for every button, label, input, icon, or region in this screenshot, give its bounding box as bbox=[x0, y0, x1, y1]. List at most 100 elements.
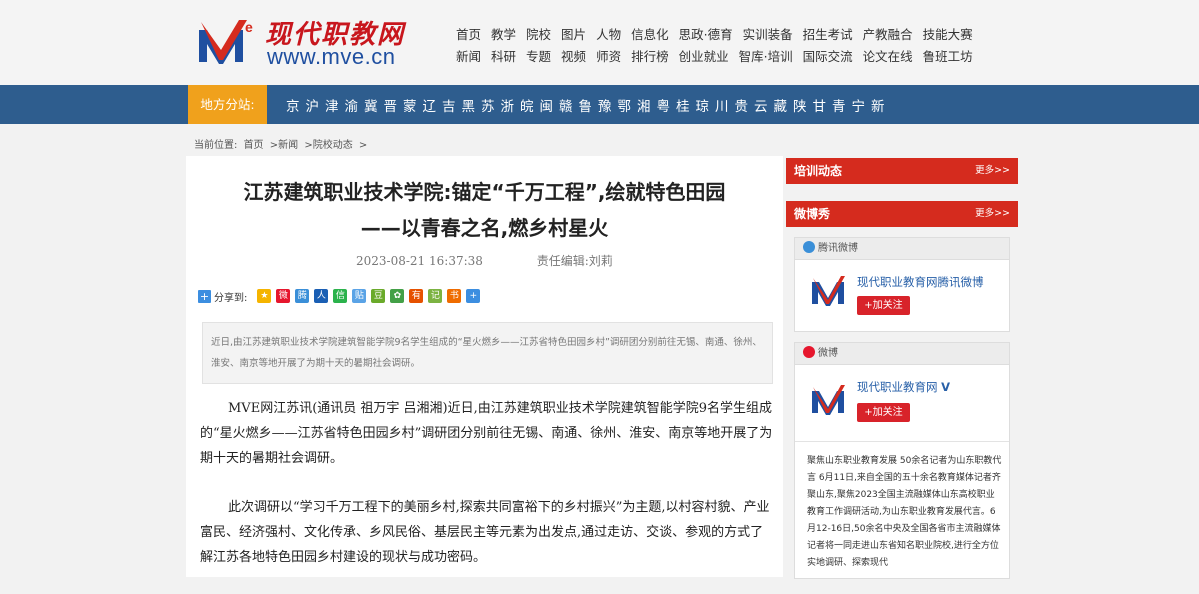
weibo-show-header: 微博秀 更多>> bbox=[786, 201, 1018, 227]
nav-item-research[interactable]: 科研 bbox=[491, 46, 516, 68]
region-link[interactable]: 黑 bbox=[462, 95, 476, 115]
region-link[interactable]: 湘 bbox=[637, 95, 651, 115]
share-plus-icon[interactable]: + bbox=[198, 289, 211, 303]
tencent-follow-button[interactable]: +加关注 bbox=[857, 296, 910, 315]
nav-item-people[interactable]: 人物 bbox=[596, 24, 621, 46]
regional-bar: 地方分站: 京 沪 津 渝 冀 晋 蒙 辽 吉 黑 苏 浙 皖 闽 赣 鲁 豫 … bbox=[0, 85, 1199, 124]
nav-item-skills-contest[interactable]: 技能大赛 bbox=[923, 24, 973, 46]
nav-item-pictures[interactable]: 图片 bbox=[561, 24, 586, 46]
tencent-account-name[interactable]: 现代职业教育网腾讯微博 bbox=[857, 274, 984, 290]
nav-item-video[interactable]: 视频 bbox=[561, 46, 586, 68]
tencent-weibo-icon bbox=[803, 241, 815, 253]
nav-item-papers[interactable]: 论文在线 bbox=[863, 46, 913, 68]
region-link[interactable]: 晋 bbox=[384, 95, 398, 115]
region-link[interactable]: 渝 bbox=[345, 95, 359, 115]
breadcrumb-news[interactable]: >新闻 bbox=[270, 140, 298, 151]
breadcrumb-home[interactable]: 首页 bbox=[244, 140, 264, 151]
region-link[interactable]: 蒙 bbox=[403, 95, 417, 115]
region-link[interactable]: 桂 bbox=[676, 95, 690, 115]
main-navigation: 首页 教学 院校 图片 人物 信息化 思政·德育 实训装备 招生考试 产教融合 … bbox=[456, 24, 1016, 68]
region-link[interactable]: 新 bbox=[871, 95, 885, 115]
region-link[interactable]: 苏 bbox=[481, 95, 495, 115]
region-link[interactable]: 云 bbox=[754, 95, 768, 115]
region-link[interactable]: 浙 bbox=[501, 95, 515, 115]
region-link[interactable]: 青 bbox=[832, 95, 846, 115]
nav-item-topics[interactable]: 专题 bbox=[526, 46, 551, 68]
article-paragraph: 此次调研以“学习千万工程下的美丽乡村,探索共同富裕下的乡村振兴”为主题,以村容村… bbox=[200, 500, 770, 565]
nav-item-ideology[interactable]: 思政·德育 bbox=[679, 24, 733, 46]
share-qzone-icon[interactable]: ★ bbox=[257, 289, 272, 303]
region-link[interactable]: 闽 bbox=[540, 95, 554, 115]
breadcrumb-end: > bbox=[358, 140, 368, 151]
region-link[interactable]: 豫 bbox=[598, 95, 612, 115]
article-editor: 责任编辑:刘莉 bbox=[536, 254, 613, 268]
share-youdao-icon[interactable]: 有 bbox=[409, 289, 424, 303]
article-title-line-2: ——以青春之名,燃乡村星火 bbox=[360, 216, 609, 240]
region-link[interactable]: 鲁 bbox=[579, 95, 593, 115]
region-link[interactable]: 京 bbox=[286, 95, 300, 115]
region-label: 地方分站: bbox=[188, 85, 267, 124]
article-meta: 2023-08-21 16:37:38 责任编辑:刘莉 bbox=[356, 252, 613, 269]
sina-avatar[interactable] bbox=[809, 381, 847, 419]
article-date: 2023-08-21 16:37:38 bbox=[356, 254, 483, 268]
share-label: 分享到: bbox=[214, 292, 248, 304]
share-wechat-icon[interactable]: 信 bbox=[333, 289, 348, 303]
site-logo[interactable]: e 现代职教网 www.mve.cn bbox=[199, 14, 424, 70]
region-link[interactable]: 冀 bbox=[364, 95, 378, 115]
nav-item-home[interactable]: 首页 bbox=[456, 24, 481, 46]
share-tencent-weibo-icon[interactable]: 腾 bbox=[295, 289, 310, 303]
region-link[interactable]: 皖 bbox=[520, 95, 534, 115]
weibo-show-title: 微博秀 bbox=[794, 207, 831, 221]
weibo-show-more-link[interactable]: 更多>> bbox=[975, 201, 1010, 227]
nav-item-training-equipment[interactable]: 实训装备 bbox=[743, 24, 793, 46]
nav-item-luban[interactable]: 鲁班工坊 bbox=[923, 46, 973, 68]
share-bookmark-icon[interactable]: 书 bbox=[447, 289, 462, 303]
region-link[interactable]: 辽 bbox=[423, 95, 437, 115]
sina-follow-button[interactable]: +加关注 bbox=[857, 403, 910, 422]
training-news-header: 培训动态 更多>> bbox=[786, 158, 1018, 184]
region-link[interactable]: 津 bbox=[325, 95, 339, 115]
region-link[interactable]: 藏 bbox=[774, 95, 788, 115]
region-link[interactable]: 陕 bbox=[793, 95, 807, 115]
region-link[interactable]: 甘 bbox=[813, 95, 827, 115]
region-link[interactable]: 鄂 bbox=[618, 95, 632, 115]
region-link[interactable]: 贵 bbox=[735, 95, 749, 115]
tencent-avatar[interactable] bbox=[809, 272, 847, 310]
nav-item-industry-education[interactable]: 产教融合 bbox=[863, 24, 913, 46]
region-link[interactable]: 沪 bbox=[306, 95, 320, 115]
nav-item-faculty[interactable]: 师资 bbox=[596, 46, 621, 68]
region-link[interactable]: 赣 bbox=[559, 95, 573, 115]
region-link[interactable]: 川 bbox=[715, 95, 729, 115]
logo-url-text: www.mve.cn bbox=[267, 44, 396, 69]
breadcrumb-school-news[interactable]: >院校动态 bbox=[304, 140, 352, 151]
sina-account-name[interactable]: 现代职业教育网 V bbox=[857, 379, 950, 395]
share-tieba-icon[interactable]: 贴 bbox=[352, 289, 367, 303]
training-news-more-link[interactable]: 更多>> bbox=[975, 158, 1010, 184]
share-douban-icon[interactable]: 豆 bbox=[371, 289, 386, 303]
nav-item-rankings[interactable]: 排行榜 bbox=[631, 46, 669, 68]
region-link[interactable]: 琼 bbox=[696, 95, 710, 115]
share-sina-weibo-icon[interactable]: 微 bbox=[276, 289, 291, 303]
article-panel: 江苏建筑职业技术学院:锚定“千万工程”,绘就特色田园 ——以青春之名,燃乡村星火… bbox=[186, 156, 783, 577]
nav-row-2: 新闻 科研 专题 视频 师资 排行榜 创业就业 智库·培训 国际交流 论文在线 … bbox=[456, 46, 1016, 68]
share-renren-icon[interactable]: 人 bbox=[314, 289, 329, 303]
nav-item-think-tank[interactable]: 智库·培训 bbox=[739, 46, 793, 68]
region-link[interactable]: 宁 bbox=[852, 95, 866, 115]
nav-item-news[interactable]: 新闻 bbox=[456, 46, 481, 68]
share-bar: + 分享到: ★ 微 腾 人 信 贴 豆 ✿ 有 记 书 + bbox=[198, 288, 485, 304]
region-links: 京 沪 津 渝 冀 晋 蒙 辽 吉 黑 苏 浙 皖 闽 赣 鲁 豫 鄂 湘 粤 … bbox=[286, 85, 891, 124]
share-note-icon[interactable]: 记 bbox=[428, 289, 443, 303]
svg-text:e: e bbox=[245, 19, 253, 35]
region-link[interactable]: 吉 bbox=[442, 95, 456, 115]
nav-item-admissions[interactable]: 招生考试 bbox=[803, 24, 853, 46]
nav-item-employment[interactable]: 创业就业 bbox=[679, 46, 729, 68]
sina-weibo-card: 微博 现代职业教育网 V +加关注 聚焦山东职业教育发展 50余名记者为山东职教… bbox=[794, 342, 1010, 579]
share-kaixin-icon[interactable]: ✿ bbox=[390, 289, 405, 303]
nav-item-teaching[interactable]: 教学 bbox=[491, 24, 516, 46]
nav-item-informatization[interactable]: 信息化 bbox=[631, 24, 669, 46]
nav-item-international[interactable]: 国际交流 bbox=[803, 46, 853, 68]
nav-item-schools[interactable]: 院校 bbox=[526, 24, 551, 46]
share-more-icon[interactable]: + bbox=[466, 289, 481, 303]
region-link[interactable]: 粤 bbox=[657, 95, 671, 115]
tencent-weibo-header: 腾讯微博 bbox=[795, 238, 1009, 260]
